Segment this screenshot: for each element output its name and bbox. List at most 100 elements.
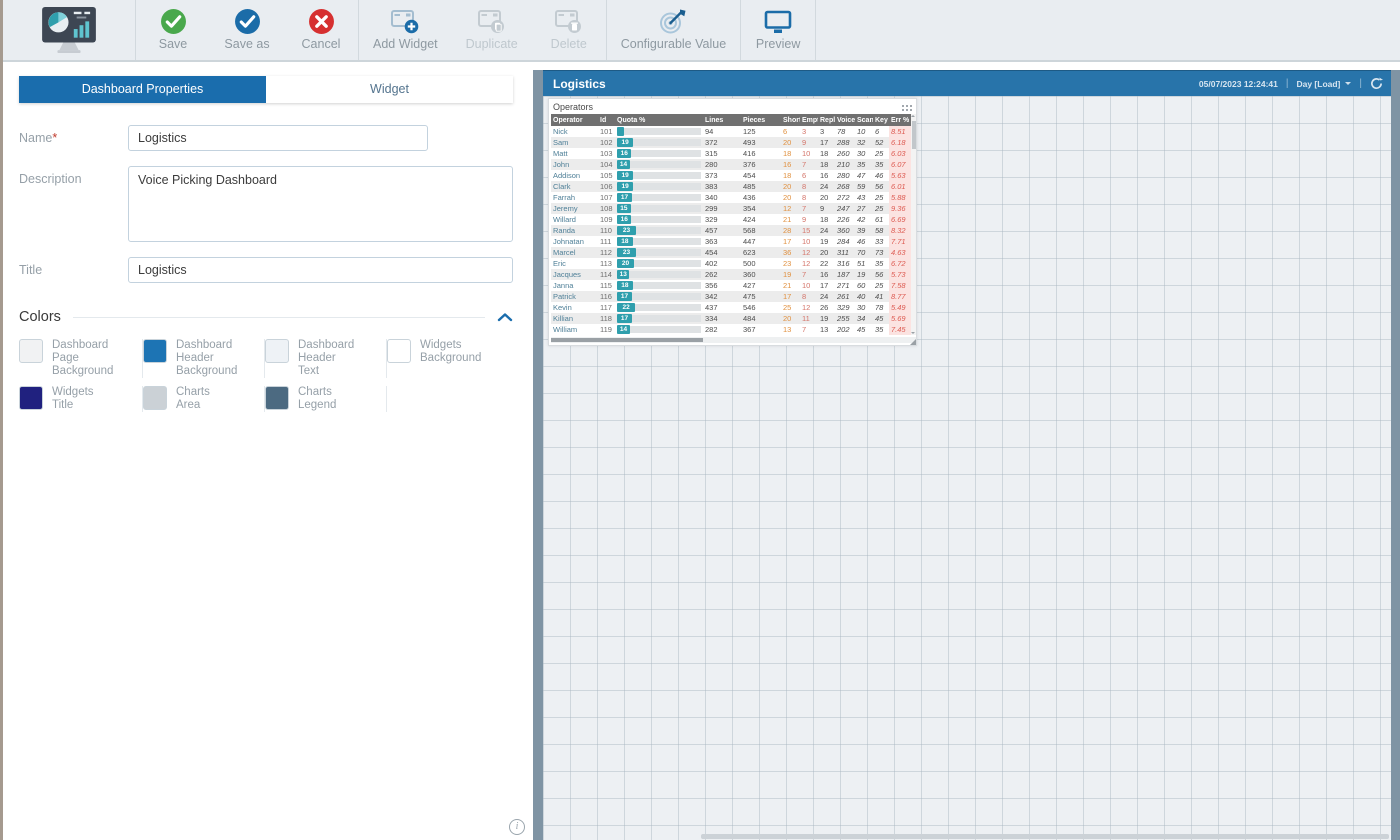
color-swatch-dashboard-header-background[interactable] (143, 339, 167, 363)
color-swatch-widgets-title[interactable] (19, 386, 43, 410)
quota-bar: 15 (617, 204, 701, 213)
cell-scan: 70 (855, 247, 873, 258)
quota-bar: 18 (617, 237, 701, 246)
toolbar-button-save-as[interactable]: Save as (210, 0, 284, 60)
drag-handle-icon[interactable] (901, 104, 912, 111)
header-separator: | (1286, 78, 1289, 89)
cell-err: 7.45 (889, 324, 912, 335)
cell-id: 110 (598, 225, 615, 236)
color-swatch-label: WidgetsBackground (420, 339, 481, 365)
cell-shorts: 25 (781, 302, 800, 313)
cell-id: 117 (598, 302, 615, 313)
cell-pieces: 424 (741, 214, 781, 225)
cell-key: 25 (873, 280, 889, 291)
operators-widget[interactable]: Operators OperatorIdQuota %LinesPiecesSh… (548, 98, 917, 346)
cell-quota: 17 (615, 313, 703, 324)
cell-empty: 10 (800, 148, 818, 159)
widget-resize-handle[interactable] (910, 339, 916, 345)
scroll-down-arrow-icon[interactable] (911, 332, 915, 334)
name-input[interactable] (128, 125, 428, 151)
cell-empty: 15 (800, 225, 818, 236)
cell-voice: 316 (835, 258, 855, 269)
description-label: Description (19, 166, 128, 242)
quota-bar: 19 (617, 138, 701, 147)
cell-shorts: 6 (781, 126, 800, 137)
color-swatch-dashboard-header-text[interactable] (265, 339, 289, 363)
cell-pieces: 484 (741, 313, 781, 324)
canvas-horizontal-scroll-thumb[interactable] (701, 834, 1389, 839)
collapse-colors-button[interactable] (497, 312, 513, 322)
cell-err: 5.73 (889, 269, 912, 280)
cell-pieces: 454 (741, 170, 781, 181)
cell-lines: 262 (703, 269, 741, 280)
app-logo (3, 0, 135, 60)
column-header-err: Err % (889, 114, 912, 126)
scroll-up-arrow-icon[interactable] (911, 115, 915, 117)
cell-err: 8.51 (889, 126, 912, 137)
toolbar-button-add-widget[interactable]: Add Widget (359, 0, 452, 60)
cell-id: 106 (598, 181, 615, 192)
cell-pieces: 416 (741, 148, 781, 159)
dashboard-header-controls: 05/07/2023 12:24:41 | Day [Load] | (1199, 77, 1391, 90)
cell-repl: 13 (818, 324, 835, 335)
color-swatch-charts-legend[interactable] (265, 386, 289, 410)
color-swatch-widgets-background[interactable] (387, 339, 411, 363)
cell-operator: Farrah (551, 192, 598, 203)
cell-repl: 24 (818, 181, 835, 192)
cell-id: 108 (598, 203, 615, 214)
color-setting-widgets-title: WidgetsTitle (19, 386, 143, 412)
description-textarea[interactable]: Voice Picking Dashboard (128, 166, 513, 242)
cell-pieces: 623 (741, 247, 781, 258)
table-row: John104142803761671821035356.07 (551, 159, 912, 170)
toolbar-button-cancel[interactable]: Cancel (284, 0, 358, 60)
chevron-up-icon (497, 312, 513, 322)
toolbar-button-preview[interactable]: Preview (741, 0, 815, 60)
duplicate-icon (477, 7, 507, 35)
table-horizontal-scrollbar[interactable] (551, 337, 916, 343)
cell-id: 114 (598, 269, 615, 280)
cell-key: 52 (873, 137, 889, 148)
color-swatch-label: Dashboard HeaderText (298, 339, 380, 378)
cell-repl: 18 (818, 159, 835, 170)
color-swatch-grid: Dashboard PageBackgroundDashboard Header… (19, 339, 533, 412)
cell-quota: 20 (615, 258, 703, 269)
refresh-button[interactable] (1370, 77, 1383, 90)
cell-id: 111 (598, 236, 615, 247)
time-range-selector[interactable]: Day [Load] (1296, 79, 1351, 89)
tab-dashboard-properties[interactable]: Dashboard Properties (19, 76, 266, 103)
save-as-icon (234, 7, 261, 35)
table-vertical-scrollbar[interactable] (911, 114, 916, 335)
cell-voice: 360 (835, 225, 855, 236)
quota-bar (617, 127, 701, 136)
cell-id: 119 (598, 324, 615, 335)
dashboard-canvas[interactable]: Operators OperatorIdQuota %LinesPiecesSh… (543, 96, 1391, 840)
title-input[interactable] (128, 257, 513, 283)
cell-scan: 40 (855, 291, 873, 302)
properties-panel: Dashboard Properties Widget Name* Descri… (3, 62, 533, 840)
cell-lines: 356 (703, 280, 741, 291)
name-label: Name* (19, 125, 128, 151)
toolbar-button-configurable-value[interactable]: Configurable Value (607, 0, 740, 60)
cell-operator: Addison (551, 170, 598, 181)
cell-scan: 51 (855, 258, 873, 269)
configurable-value-icon (658, 7, 688, 35)
cancel-icon (308, 7, 335, 35)
color-swatch-dashboard-page-background[interactable] (19, 339, 43, 363)
tab-widget[interactable]: Widget (266, 76, 513, 103)
toolbar-button-save[interactable]: Save (136, 0, 210, 60)
color-setting-dashboard-header-background: Dashboard HeaderBackground (143, 339, 265, 378)
quota-badge: 14 (617, 160, 630, 169)
right-edge-bar[interactable] (1391, 70, 1400, 840)
quota-badge: 14 (617, 325, 630, 334)
toolbar-button-label: Delete (551, 37, 587, 51)
color-swatch-charts-area[interactable] (143, 386, 167, 410)
cell-voice: 288 (835, 137, 855, 148)
info-icon[interactable]: i (509, 819, 525, 835)
cell-operator: Killian (551, 313, 598, 324)
cell-pieces: 485 (741, 181, 781, 192)
horizontal-scroll-thumb[interactable] (551, 338, 703, 342)
cell-operator: Matt (551, 148, 598, 159)
vertical-scroll-thumb[interactable] (912, 121, 916, 149)
toolbar-button-label: Save (159, 37, 188, 51)
color-setting-charts-area: ChartsArea (143, 386, 265, 412)
